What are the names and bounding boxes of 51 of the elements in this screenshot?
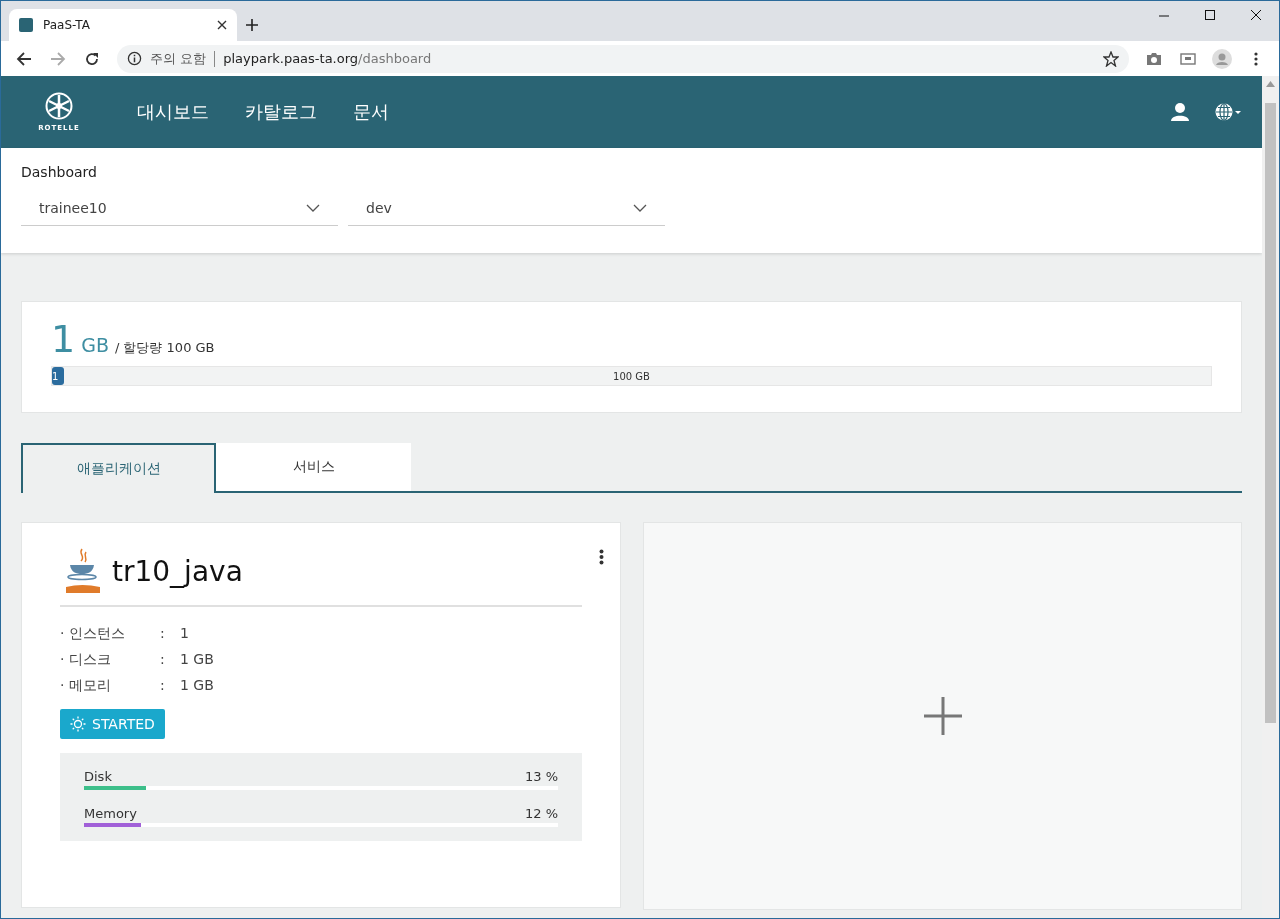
meter-label: Memory [84,806,137,821]
meter-label: Disk [84,769,112,784]
chevron-down-icon [633,203,647,212]
user-icon[interactable] [1170,102,1190,122]
browser-tab[interactable]: PaaS-TA [9,9,237,41]
detail-value: 1 [180,625,190,643]
detail-label: · 인스턴스 [60,625,126,643]
meter-reading: 13 % [524,769,558,784]
star-icon[interactable] [1103,50,1119,67]
tab[interactable]: 서비스 [216,443,411,491]
detail-value: 1 GB [180,677,215,695]
page-title: Dashboard [21,164,98,180]
usage-value: 1 [51,320,76,358]
nav-link[interactable]: 문서 [353,100,389,124]
chevron-down-icon [306,203,320,212]
detail-label: · 디스크 [60,651,112,669]
more-icon[interactable] [599,549,604,565]
progress-total: 100 GB [613,370,650,382]
select-field[interactable]: trainee10 [21,190,338,226]
tab[interactable]: 애플리케이션 [21,443,216,493]
reload-icon[interactable] [84,50,100,67]
back-arrow-icon[interactable] [16,50,32,67]
colon-text: : [160,625,166,643]
detail-value: 1 GB [180,651,215,669]
wheel-logo-icon[interactable] [45,92,73,120]
allocation-text: / 할당량 100 GB [114,339,215,357]
colon-text: : [160,651,166,669]
address-bar[interactable]: 주의 요함 playpark.paas-ta.org/dashboard [117,44,1129,73]
app-name: tr10_java [112,554,243,588]
nav-link[interactable]: 대시보드 [137,100,209,124]
menu-icon[interactable] [1254,51,1258,66]
sun-icon [70,716,86,732]
scrollbar-thumb[interactable] [1265,103,1276,723]
usage-unit: GB [81,334,109,356]
select-field[interactable]: dev [348,190,665,226]
nav-link[interactable]: 카탈로그 [245,100,317,124]
tab-title: PaaS-TA [43,18,91,32]
security-label: 주의 요함 [150,49,207,68]
plus-icon[interactable] [246,19,258,31]
url-text: playpark.paas-ta.org/dashboard [223,51,432,66]
close-icon[interactable] [217,20,227,30]
cast-icon[interactable] [1180,52,1196,65]
globe-icon[interactable] [1214,102,1242,122]
meter-reading: 12 % [524,806,558,821]
detail-label: · 메모리 [60,677,112,695]
progress-label: 1 [52,370,59,382]
camera-icon[interactable] [1146,51,1162,66]
info-icon[interactable] [127,51,142,66]
profile-icon[interactable] [1212,48,1232,69]
colon-text: : [160,677,166,695]
favicon-icon [19,18,33,32]
